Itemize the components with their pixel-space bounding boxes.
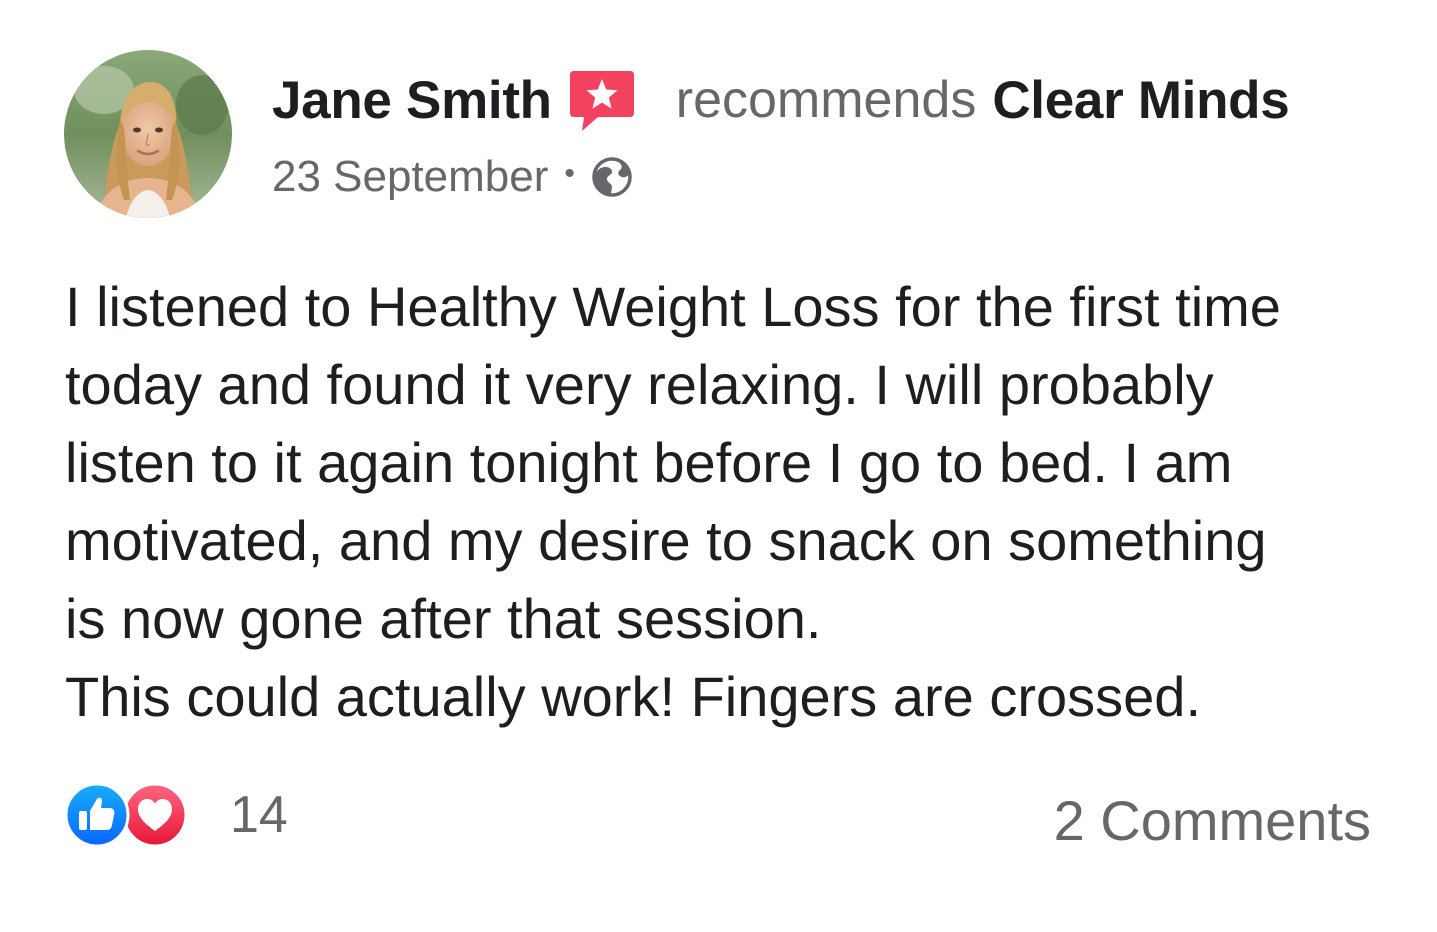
recommendation-post: Jane Smith recommends Clear Minds 23 Sep… (0, 0, 1437, 932)
meta-separator: • (564, 157, 575, 190)
globe-icon[interactable] (591, 156, 633, 198)
recommend-star-icon (568, 69, 636, 135)
comments-count-link[interactable]: 2 Comments (1054, 788, 1371, 853)
body-line: today and found it very relaxing. I will… (65, 353, 1214, 416)
reactions-summary[interactable]: 14 (64, 782, 288, 848)
author-avatar[interactable] (64, 50, 232, 218)
body-line: I listened to Healthy Weight Loss for th… (65, 275, 1281, 338)
post-header: Jane Smith recommends Clear Minds (272, 64, 1290, 136)
like-icon (64, 782, 130, 848)
body-line: motivated, and my desire to snack on som… (65, 509, 1267, 572)
body-line: is now gone after that session. (65, 587, 822, 650)
post-date-link[interactable]: 23 September (272, 152, 548, 202)
reaction-count[interactable]: 14 (230, 785, 288, 845)
body-line: listen to it again tonight before I go t… (65, 431, 1233, 494)
reaction-icons[interactable] (64, 782, 190, 848)
post-body-text: I listened to Healthy Weight Loss for th… (65, 268, 1385, 736)
love-icon (122, 782, 188, 848)
page-name-link[interactable]: Clear Minds (992, 70, 1289, 131)
author-name-link[interactable]: Jane Smith (272, 70, 552, 131)
post-meta: 23 September • (272, 150, 633, 204)
recommends-label: recommends (675, 71, 977, 129)
body-line: This could actually work! Fingers are cr… (65, 665, 1201, 728)
